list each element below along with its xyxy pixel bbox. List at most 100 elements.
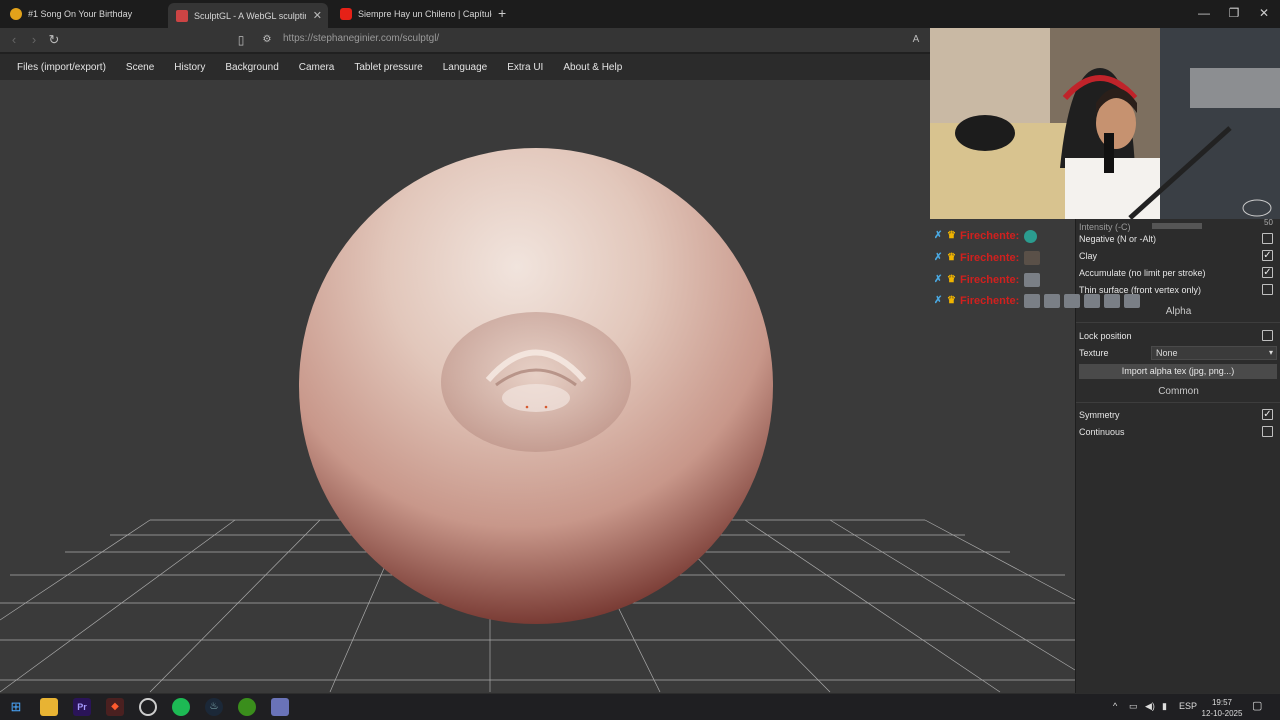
- option-label: Symmetry: [1079, 409, 1120, 420]
- menu-language[interactable]: Language: [443, 62, 488, 73]
- thin-surface-checkbox[interactable]: [1262, 284, 1273, 295]
- option-label: Negative (N or -Alt): [1079, 233, 1157, 244]
- forward-icon[interactable]: ›: [26, 32, 42, 48]
- brush-point: [544, 405, 548, 409]
- chat-line: ✗ ♛ Firechente:: [934, 249, 1041, 267]
- crown-icon: ♛: [947, 230, 956, 241]
- app-icon[interactable]: [271, 698, 289, 716]
- continuous-checkbox[interactable]: [1262, 426, 1273, 437]
- site-info-icon[interactable]: ⚙: [259, 32, 275, 48]
- menu-background[interactable]: Background: [225, 62, 278, 73]
- notification-icon[interactable]: ▢: [1252, 699, 1262, 712]
- menu-tablet-pressure[interactable]: Tablet pressure: [354, 62, 422, 73]
- divider: [1076, 402, 1280, 403]
- chat-username: Firechente:: [960, 274, 1020, 286]
- emote-icon: [1024, 294, 1041, 308]
- intensity-slider[interactable]: [1152, 223, 1202, 229]
- taskbar: ⊞ Pr ◆ ♨ ^ ▭ ◀) ▮ ESP 19:57 12-10-2025 ▢: [0, 693, 1280, 720]
- tab-song[interactable]: #1 Song On Your Birthday: [2, 3, 167, 25]
- steam-icon[interactable]: ♨: [205, 698, 223, 716]
- menu-about-help[interactable]: About & Help: [563, 62, 622, 73]
- option-label: Lock position: [1079, 330, 1132, 341]
- crown-icon: ♛: [947, 274, 956, 285]
- back-icon[interactable]: ‹: [6, 32, 22, 48]
- menu-history[interactable]: History: [174, 62, 205, 73]
- reload-icon[interactable]: ↻: [46, 32, 62, 48]
- xbox-icon[interactable]: [238, 698, 256, 716]
- network-icon[interactable]: ▭: [1129, 701, 1138, 712]
- option-lock-position[interactable]: Lock position: [1079, 327, 1279, 344]
- tab-title: SculptGL - A WebGL sculpting app: [194, 10, 306, 21]
- close-window-icon[interactable]: ✕: [1250, 4, 1278, 22]
- url-field[interactable]: https://stephaneginier.com/sculptgl/: [283, 33, 439, 44]
- chat-line: ✗ ♛ Firechente:: [934, 227, 1038, 245]
- texture-select[interactable]: None ▾: [1151, 346, 1277, 360]
- bookmark-icon[interactable]: ▯: [233, 32, 249, 48]
- emote-icon: [1104, 294, 1121, 308]
- address-bar-row: ‹ › ↻ ▯ ⚙ https://stephaneginier.com/scu…: [0, 28, 930, 52]
- option-accumulate[interactable]: Accumulate (no limit per stroke) ✓: [1079, 264, 1279, 281]
- option-continuous[interactable]: Continuous: [1079, 423, 1279, 440]
- menu-scene[interactable]: Scene: [126, 62, 154, 73]
- clay-checkbox[interactable]: ✓: [1262, 250, 1273, 261]
- windows-start-icon[interactable]: ⊞: [7, 698, 25, 716]
- crown-icon: ♛: [947, 252, 956, 263]
- sculpt-indent: [441, 312, 631, 452]
- negative-checkbox[interactable]: [1262, 233, 1273, 244]
- music-icon: [10, 8, 22, 20]
- obs-icon[interactable]: [139, 698, 157, 716]
- webcam-image: [930, 28, 1280, 219]
- tab-youtube[interactable]: Siempre Hay un Chileno | Capítulo 9: [332, 3, 492, 25]
- app-menu-bar: Files (import/export) Scene History Back…: [0, 54, 930, 80]
- sword-icon: ✗: [934, 230, 943, 241]
- language-indicator[interactable]: ESP: [1179, 701, 1197, 711]
- volume-icon[interactable]: ◀): [1145, 701, 1155, 712]
- chat-username: Firechente:: [960, 252, 1020, 264]
- tab-sculptgl[interactable]: SculptGL - A WebGL sculpting app ✕: [168, 3, 328, 28]
- symmetry-checkbox[interactable]: ✓: [1262, 409, 1273, 420]
- sculpt-viewport[interactable]: [0, 80, 1075, 693]
- menu-files[interactable]: Files (import/export): [17, 62, 106, 73]
- file-explorer-icon[interactable]: [40, 698, 58, 716]
- microphone-icon[interactable]: ▮: [1162, 701, 1167, 712]
- translate-icon[interactable]: A: [908, 32, 924, 48]
- tab-title: Siempre Hay un Chileno | Capítulo 9: [358, 9, 492, 19]
- webcam-overlay: [930, 28, 1280, 219]
- premiere-icon[interactable]: Pr: [73, 698, 91, 716]
- option-clay[interactable]: Clay ✓: [1079, 247, 1279, 264]
- spotify-icon[interactable]: [172, 698, 190, 716]
- emote-icon: [1024, 229, 1038, 243]
- chat-line: ✗ ♛ Firechente:: [934, 271, 1041, 289]
- chat-username: Firechente:: [960, 295, 1020, 307]
- emote-icon: [1124, 294, 1141, 308]
- divider: [1076, 322, 1280, 323]
- restore-icon[interactable]: ❐: [1220, 4, 1248, 22]
- brave-icon[interactable]: ◆: [106, 698, 124, 716]
- close-tab-icon[interactable]: ✕: [313, 9, 322, 22]
- youtube-icon: [340, 8, 352, 20]
- option-label: Accumulate (no limit per stroke): [1079, 267, 1206, 278]
- sword-icon: ✗: [934, 295, 943, 306]
- texture-value: None: [1156, 348, 1178, 358]
- intensity-value[interactable]: 50: [1264, 218, 1273, 227]
- clock-date: 12-10-2025: [1201, 709, 1243, 718]
- clock[interactable]: 19:57 12-10-2025: [1200, 697, 1244, 719]
- option-negative[interactable]: Negative (N or -Alt): [1079, 230, 1279, 247]
- minimize-icon[interactable]: —: [1190, 4, 1218, 22]
- menu-extra-ui[interactable]: Extra UI: [507, 62, 543, 73]
- crown-icon: ♛: [947, 295, 956, 306]
- chat-line: ✗ ♛ Firechente:: [934, 292, 1141, 310]
- import-alpha-button[interactable]: Import alpha tex (jpg, png...): [1079, 364, 1277, 379]
- lock-position-checkbox[interactable]: [1262, 330, 1273, 341]
- menu-camera[interactable]: Camera: [299, 62, 335, 73]
- chevron-down-icon: ▾: [1268, 348, 1273, 357]
- sword-icon: ✗: [934, 252, 943, 263]
- chevron-up-icon[interactable]: ^: [1113, 701, 1117, 711]
- option-symmetry[interactable]: Symmetry ✓: [1079, 406, 1279, 423]
- texture-label: Texture: [1079, 347, 1109, 358]
- emote-icon: [1084, 294, 1101, 308]
- viewport-canvas[interactable]: [0, 80, 1075, 693]
- new-tab-button[interactable]: +: [498, 5, 506, 21]
- accumulate-checkbox[interactable]: ✓: [1262, 267, 1273, 278]
- emote-icon: [1064, 294, 1081, 308]
